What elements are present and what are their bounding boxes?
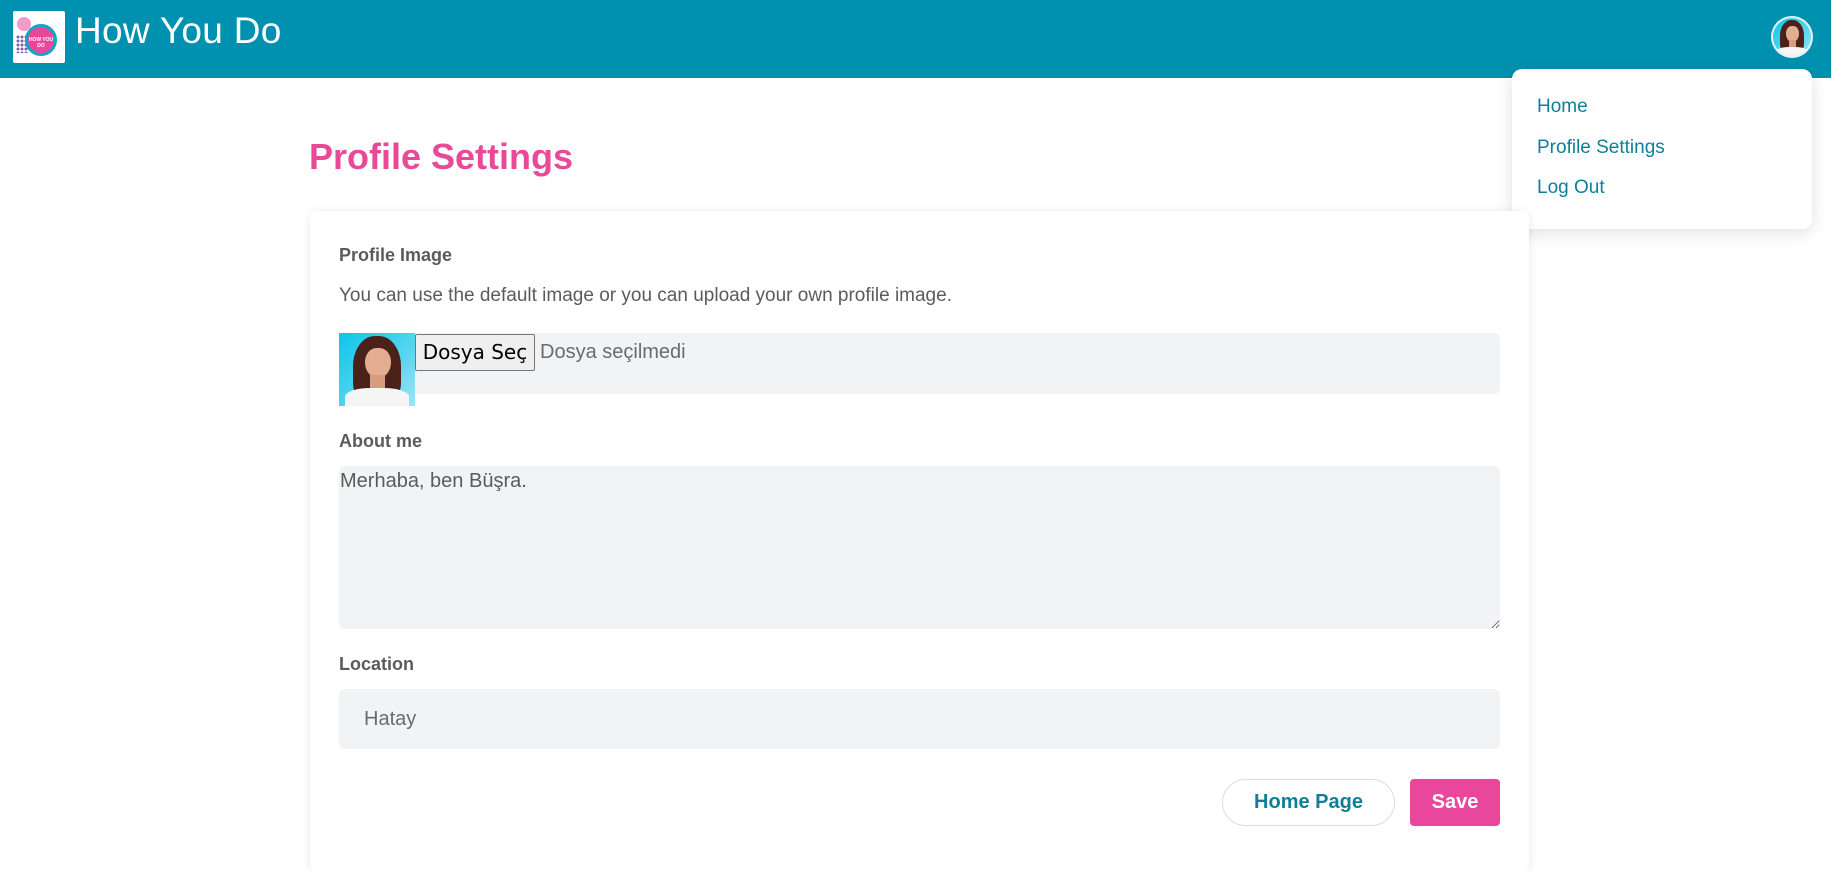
save-button[interactable]: Save bbox=[1410, 779, 1500, 826]
location-label: Location bbox=[339, 654, 414, 674]
location-input[interactable] bbox=[339, 689, 1500, 749]
profile-image-label: Profile Image bbox=[339, 245, 453, 265]
home-page-button[interactable]: Home Page bbox=[1222, 779, 1395, 826]
brand-logo[interactable]: HOW YOU DO bbox=[13, 11, 65, 63]
profile-image-helper-text: You can use the default image or you can… bbox=[339, 285, 952, 306]
page-title: Profile Settings bbox=[309, 136, 574, 177]
menu-item-home[interactable]: Home bbox=[1537, 96, 1588, 118]
preview-neck bbox=[370, 374, 386, 390]
preview-portrait bbox=[339, 333, 415, 406]
avatar-portrait bbox=[1773, 18, 1811, 56]
avatar-shirt bbox=[1776, 46, 1808, 56]
logo-text: HOW YOU DO bbox=[28, 37, 54, 49]
about-me-textarea[interactable]: Merhaba, ben Büşra. bbox=[339, 466, 1500, 629]
user-dropdown-menu: Home Profile Settings Log Out bbox=[1512, 69, 1812, 229]
choose-file-button[interactable]: Dosya Seç bbox=[415, 334, 535, 371]
brand-title[interactable]: How You Do bbox=[75, 10, 282, 52]
user-avatar-button[interactable] bbox=[1771, 16, 1813, 58]
about-me-label: About me bbox=[339, 431, 422, 451]
menu-item-profile-settings[interactable]: Profile Settings bbox=[1537, 137, 1665, 159]
preview-shirt bbox=[345, 388, 409, 406]
menu-item-log-out[interactable]: Log Out bbox=[1537, 177, 1605, 199]
top-navbar: HOW YOU DO How You Do bbox=[0, 0, 1831, 78]
file-status-text: Dosya seçilmedi bbox=[540, 341, 686, 363]
profile-image-preview bbox=[339, 333, 415, 406]
